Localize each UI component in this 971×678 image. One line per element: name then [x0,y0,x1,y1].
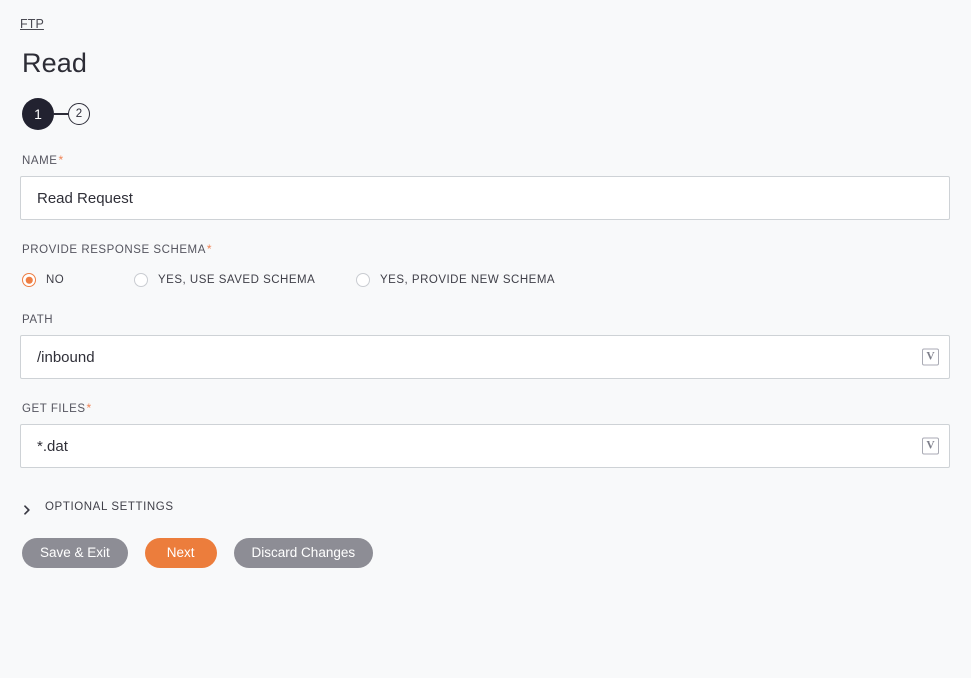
stepper-step-1[interactable]: 1 [22,98,54,130]
name-label: NAME* [22,153,951,167]
optional-settings-toggle[interactable]: OPTIONAL SETTINGS [22,498,951,516]
get-files-label: GET FILES* [22,401,951,415]
save-and-exit-button[interactable]: Save & Exit [22,538,128,568]
variable-icon[interactable]: V [922,348,939,366]
wizard-stepper: 1 2 [22,97,951,131]
breadcrumb-link-ftp[interactable]: FTP [20,17,44,31]
stepper-step-2[interactable]: 2 [68,103,90,125]
provide-response-schema-radio-group: NO YES, USE SAVED SCHEMA YES, PROVIDE NE… [20,270,951,290]
get-files-label-text: GET FILES [22,403,86,415]
radio-option-yes-use-saved-schema[interactable]: YES, USE SAVED SCHEMA [134,273,356,287]
path-label-text: PATH [22,314,54,326]
ftp-read-page: FTP Read 1 2 NAME* PROVIDE RESPONSE SCHE… [0,0,971,678]
radio-icon-selected [22,273,36,287]
get-files-required-asterisk: * [86,401,92,415]
field-name: NAME* [20,153,951,220]
provide-response-schema-label: PROVIDE RESPONSE SCHEMA* [22,242,951,256]
name-input-wrap [20,176,951,220]
radio-icon-unselected [134,273,148,287]
path-input-wrap: V [20,335,951,379]
name-required-asterisk: * [58,153,64,167]
radio-option-no-label: NO [46,274,65,286]
discard-changes-button[interactable]: Discard Changes [233,538,374,568]
radio-option-yes-use-saved-schema-label: YES, USE SAVED SCHEMA [158,274,316,286]
path-label: PATH [22,312,951,326]
radio-icon-unselected [356,273,370,287]
radio-option-no[interactable]: NO [22,273,134,287]
next-button[interactable]: Next [144,538,217,568]
page-title: Read [22,48,87,78]
get-files-input[interactable] [20,424,950,468]
form-actions: Save & Exit Next Discard Changes [22,538,951,568]
radio-option-yes-provide-new-schema[interactable]: YES, PROVIDE NEW SCHEMA [356,273,555,287]
get-files-input-wrap: V [20,424,951,468]
provide-response-schema-required-asterisk: * [206,242,213,256]
field-provide-response-schema: PROVIDE RESPONSE SCHEMA* NO YES, USE SAV… [20,242,951,290]
breadcrumb: FTP [20,0,951,37]
name-label-text: NAME [22,155,58,167]
stepper-connector-line [54,113,68,115]
path-input[interactable] [20,335,950,379]
field-get-files: GET FILES* V [20,401,951,468]
name-input[interactable] [20,176,950,220]
chevron-right-icon [22,502,32,515]
radio-option-yes-provide-new-schema-label: YES, PROVIDE NEW SCHEMA [380,274,556,286]
variable-icon[interactable]: V [922,437,939,455]
stepper-step-1-label: 1 [34,106,42,122]
field-path: PATH V [20,312,951,379]
optional-settings-label: OPTIONAL SETTINGS [45,501,174,513]
stepper-step-2-label: 2 [75,108,83,120]
provide-response-schema-label-text: PROVIDE RESPONSE SCHEMA [22,244,206,256]
